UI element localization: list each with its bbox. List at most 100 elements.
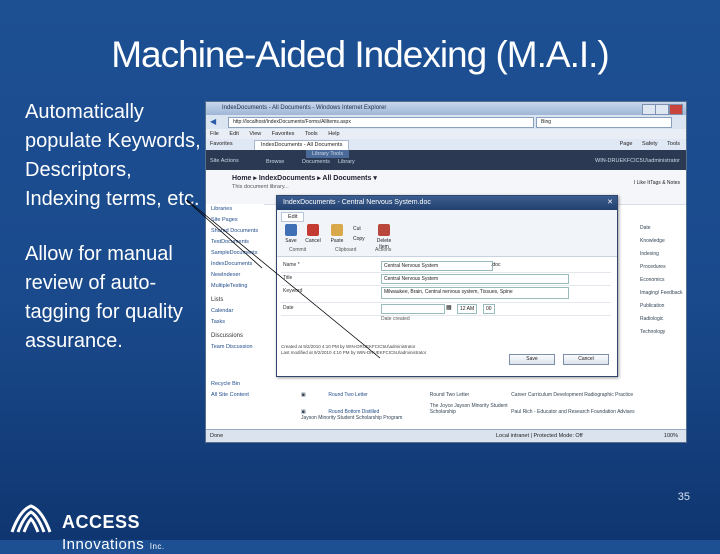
page-menu[interactable]: Page — [620, 141, 633, 147]
nav-item-tasks[interactable]: Tasks — [206, 317, 264, 328]
command-bar: Page Safety Tools — [612, 139, 680, 150]
like-it-button[interactable]: I Like It — [634, 180, 650, 186]
nav-section-lists[interactable]: Lists — [206, 294, 264, 306]
logo-access: ACCESS — [62, 512, 141, 532]
nav-item-site-pages[interactable]: Site Pages — [206, 215, 264, 226]
logo-innovations: Innovations — [62, 536, 145, 553]
column-value: Knowledge Indexing — [640, 238, 665, 257]
name-label: Name * — [283, 262, 300, 268]
nav-item-libraries[interactable]: Libraries — [206, 204, 264, 215]
ribbon-save-button[interactable]: Save — [281, 224, 301, 244]
bullet-2: Allow for manual review of auto-tagging … — [25, 243, 183, 352]
nav-item-test-documents[interactable]: TestDocuments — [206, 237, 264, 248]
save-button[interactable]: Save — [509, 354, 555, 365]
title-label: Title — [283, 275, 293, 281]
user-menu[interactable]: WIN-DRUEKFCIC5U\administrator — [595, 158, 680, 164]
nav-item-shared-documents[interactable]: Shared Documents — [206, 226, 264, 237]
table-row[interactable]: ▣ Round Two Letter Round Two Letter Care… — [301, 392, 641, 403]
tab-documents[interactable]: Documents — [302, 159, 330, 165]
keyword-field[interactable]: Milwaukee, Brain, Central nervous system… — [381, 287, 569, 299]
document-list: ▣ Round Two Letter Round Two Letter Care… — [301, 392, 641, 421]
slide-title: Machine-Aided Indexing (M.A.I.) — [111, 34, 610, 75]
library-tools-label: Library Tools — [306, 150, 350, 158]
dialog-title: IndexDocuments - Central Nervous System.… — [283, 199, 431, 206]
browser-titlebar: IndexDocuments - All Documents - Windows… — [206, 102, 686, 115]
ribbon-paste-button[interactable]: Paste — [327, 224, 347, 244]
menu-favorites[interactable]: Favorites — [272, 131, 295, 137]
properties-form: Name * Central Nervous System .doc Title… — [281, 260, 611, 328]
tools-menu[interactable]: Tools — [667, 141, 680, 147]
left-navigation: Libraries Site Pages Shared Documents Te… — [206, 204, 264, 434]
safety-menu[interactable]: Safety — [642, 141, 658, 147]
version-info: Created at 9/2/2010 4:10 PM by WIN-DRUEK… — [281, 344, 426, 356]
security-zone: Local intranet | Protected Mode: Off — [496, 433, 583, 439]
doc-name[interactable]: Round Two Letter — [328, 392, 428, 398]
zoom-level[interactable]: 100% — [664, 430, 678, 442]
save-icon — [285, 224, 297, 236]
dialog-close-icon[interactable]: ✕ — [607, 196, 613, 210]
nav-item-recycle-bin[interactable]: Recycle Bin — [206, 379, 264, 390]
minute-select[interactable]: 00 — [483, 304, 495, 314]
nav-item-calendar[interactable]: Calendar — [206, 306, 264, 317]
dialog-titlebar: IndexDocuments - Central Nervous System.… — [277, 196, 617, 210]
name-field[interactable]: Central Nervous System — [381, 261, 493, 271]
doc-icon: ▣ — [301, 392, 306, 398]
keyword-label: Keyword — [283, 288, 303, 294]
nav-item-new-indexer[interactable]: NewIndexer — [206, 270, 264, 281]
cancel-icon — [307, 224, 319, 236]
menu-help[interactable]: Help — [328, 131, 339, 137]
favorites-button[interactable]: Favorites — [210, 141, 233, 147]
ribbon-copy-button[interactable]: Copy — [353, 236, 365, 242]
address-bar[interactable]: http://localhost/IndexDocuments/Forms/Al… — [228, 117, 534, 128]
dialog-ribbon: Edit Save Cancel Paste Cut Copy Delete I… — [277, 210, 617, 257]
column-header-date[interactable]: Date — [640, 222, 684, 235]
minimize-icon[interactable] — [642, 104, 656, 115]
site-actions-menu[interactable]: Site Actions — [210, 158, 239, 164]
ribbon-paste-label: Paste — [330, 238, 344, 244]
menu-bar: File Edit View Favorites Tools Help — [206, 129, 686, 139]
column-values: Date Knowledge Indexing Procedures Econo… — [640, 222, 684, 339]
menu-view[interactable]: View — [249, 131, 261, 137]
tab-library[interactable]: Library — [338, 159, 355, 165]
nav-section-discussions[interactable]: Discussions — [206, 330, 264, 342]
close-icon[interactable] — [669, 104, 683, 115]
cancel-button[interactable]: Cancel — [563, 354, 609, 365]
status-text: Done — [210, 433, 224, 439]
menu-file[interactable]: File — [210, 131, 219, 137]
nav-item-team-discussion[interactable]: Team Discussion — [206, 342, 264, 353]
favorites-bar: Favorites IndexDocuments - All Documents… — [206, 139, 686, 151]
table-row[interactable]: ▣ Round Bottom Distilled The Joyce Jayso… — [301, 403, 641, 421]
nav-item-sample-documents[interactable]: SampleDocuments — [206, 248, 264, 259]
sharepoint-ribbon: Site Actions Library Tools Browse Docume… — [206, 150, 686, 170]
menu-tools[interactable]: Tools — [305, 131, 318, 137]
tab-edit[interactable]: Edit — [281, 212, 305, 222]
nav-item-all-site-content[interactable]: All Site Content — [206, 390, 264, 401]
ribbon-save-label: Save — [285, 238, 297, 244]
hour-select[interactable]: 12 AM — [457, 304, 478, 314]
screenshot-window: IndexDocuments - All Documents - Windows… — [205, 101, 687, 443]
calendar-icon[interactable]: ▦ — [446, 304, 452, 311]
menu-edit[interactable]: Edit — [229, 131, 238, 137]
date-field[interactable] — [381, 304, 445, 314]
ribbon-cancel-label: Cancel — [305, 238, 321, 244]
nav-item-multiple-testing[interactable]: MultipleTesting — [206, 281, 264, 292]
bullet-1: Automatically populate Keywords, Descrip… — [25, 101, 201, 210]
breadcrumb[interactable]: Home ▸ IndexDocuments ▸ All Documents ▾ — [232, 174, 377, 182]
search-input[interactable]: Bing — [536, 117, 672, 128]
column-value: Publication — [640, 303, 665, 309]
address-row: ◀ http://localhost/IndexDocuments/Forms/… — [206, 115, 686, 129]
logo-text: ACCESS Innovations Inc. — [62, 512, 226, 554]
modified-line: Last modified at 9/2/2010 4:10 PM by WIN… — [281, 350, 427, 355]
maximize-icon[interactable] — [655, 104, 669, 115]
ribbon-cut-button[interactable]: Cut — [353, 226, 361, 232]
row-name: Name * Central Nervous System .doc — [281, 260, 611, 273]
bullet-list: Automatically populate Keywords, Descrip… — [25, 98, 205, 382]
nav-item-index-documents[interactable]: IndexDocuments — [206, 259, 264, 270]
ribbon-cancel-button[interactable]: Cancel — [303, 224, 323, 244]
tags-notes-button[interactable]: Tags & Notes — [650, 180, 680, 186]
browser-title: IndexDocuments - All Documents - Windows… — [222, 105, 387, 111]
title-field[interactable]: Central Nervous System — [381, 274, 569, 284]
tab-browse[interactable]: Browse — [266, 159, 284, 165]
page-description: This document library... — [232, 184, 289, 190]
back-icon[interactable]: ◀ — [210, 117, 216, 126]
